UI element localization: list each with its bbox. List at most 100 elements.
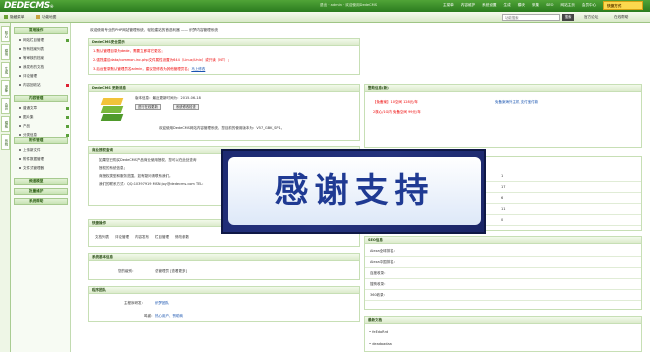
seo-row-baidu: 百度收录：: [365, 268, 641, 279]
nav-collect[interactable]: 采集: [532, 3, 539, 8]
docs-panel: 最新文档 • feEdoRrd • deadaadaa: [364, 316, 642, 352]
thanks-link[interactable]: 热心用户、赞助商: [155, 314, 183, 319]
nav-modules[interactable]: 模块: [518, 3, 525, 8]
menu-item-products[interactable]: 产品: [19, 124, 30, 129]
menu-item-channels[interactable]: 网站栏目管理: [19, 38, 44, 43]
tab-collect[interactable]: 采集: [1, 80, 10, 96]
recycle-icon: [66, 84, 69, 87]
stat-value-3: 6: [501, 196, 504, 200]
lead-link[interactable]: 织梦团队: [155, 301, 169, 306]
thanks-label: 鸣谢：: [144, 314, 155, 318]
nav-site-home[interactable]: 网站主页: [560, 3, 574, 8]
nav-main[interactable]: 主菜单: [443, 3, 454, 8]
quick-settings[interactable]: 修改参数: [175, 235, 189, 240]
quickops-row: 文档列表 评论管理 内容发布 栏目管理 修改参数: [95, 235, 189, 240]
seo-panel: SEO信息 Alexa全球排名： Alexa中国排名： 百度收录： 搜狗收录： …: [364, 236, 642, 310]
menu-section-common[interactable]: 常用操作: [14, 27, 68, 34]
system-check-button[interactable]: 系统修改检查: [173, 104, 199, 110]
menu-section-channel-model[interactable]: 频道模型: [14, 178, 68, 185]
quick-channels[interactable]: 栏目管理: [155, 235, 169, 240]
quick-menu-button[interactable]: 快捷方式: [603, 1, 643, 10]
doc-item-2[interactable]: • deadaadaa: [369, 342, 392, 346]
sidebar-menu: 常用操作 网站栏目管理 所有档案列表 等审核的档案 我发布的文档 评论管理 内容…: [11, 23, 71, 352]
tab-system[interactable]: 系统: [1, 134, 10, 150]
tab-template[interactable]: 模板: [1, 116, 10, 132]
add-icon[interactable]: [66, 107, 69, 110]
tab-modules[interactable]: 模块: [1, 44, 10, 60]
menu-item-upload[interactable]: 上传新文件: [19, 148, 41, 153]
seo-row-360: 360收录：: [365, 290, 641, 301]
quick-comments[interactable]: 评论管理: [115, 235, 129, 240]
menu-section-batch[interactable]: 批量维护: [14, 188, 68, 195]
search-button[interactable]: 搜索: [562, 14, 574, 21]
add-icon[interactable]: [66, 39, 69, 42]
menu-item-articles[interactable]: 普通文章: [19, 106, 37, 111]
menu-section-help[interactable]: 系统帮助: [14, 198, 68, 205]
menu-section-content[interactable]: 内容管理: [14, 95, 68, 102]
help-link-3[interactable]: 2核心/1G内 免备空间 99元/年: [373, 110, 421, 115]
online-update-button[interactable]: 进行在线更新: [135, 104, 161, 110]
security-title: DedeCMS安全提示: [89, 39, 359, 46]
menu-item-images[interactable]: 图片集: [19, 115, 34, 120]
menu-item-comments[interactable]: 评论管理: [19, 74, 37, 79]
modify-now-link[interactable]: 马上修改: [191, 67, 205, 71]
help-link-2[interactable]: 免备案海外主机 支付宝付款: [495, 100, 538, 105]
official-forum-link[interactable]: 官方论坛: [584, 15, 598, 20]
map-icon: [36, 15, 40, 19]
security-line-2: 2.强烈建议data/common.inc.php文件属性设置为644（Linu…: [93, 58, 232, 62]
nav-member-center[interactable]: 会员中心: [582, 3, 596, 8]
nav-settings[interactable]: 系统设置: [482, 3, 496, 8]
help-panel: 整助信息(新) 【免备案】10空间 128元/年 免备案海外主机 支付宝付款 2…: [364, 84, 642, 148]
seo-row-alexa-china: Alexa中国排名：: [365, 257, 641, 268]
stat-value-5: 0: [501, 218, 504, 222]
version-note: 欢迎使用DedeCMS网站内容管理系统，您目前的使用版本为：V57_GBK_SP…: [159, 126, 285, 130]
nav-seo[interactable]: SEO: [546, 3, 553, 8]
seo-row-alexa-global: Alexa全球排名：: [365, 246, 641, 257]
dedecms-logo[interactable]: DEDECMS®: [4, 1, 54, 11]
hide-menu-icon: [4, 15, 8, 19]
tab-member[interactable]: 会员: [1, 98, 10, 114]
security-line-3: 3.后台登录默认管理员名admin，建议您修改为其他管理员名；马上修改: [93, 67, 206, 71]
sysinfo-title: 系统基本信息: [89, 254, 359, 261]
function-map-link[interactable]: 功能地图: [42, 15, 56, 20]
quick-publish[interactable]: 内容发布: [135, 235, 149, 240]
menu-item-file-manager[interactable]: 文件式管理器: [19, 166, 44, 171]
menu-item-my-docs[interactable]: 我发布的文档: [19, 65, 44, 70]
business-line-2: 授权的系统信息；: [99, 166, 127, 170]
menu-section-attachments[interactable]: 附件管理: [14, 137, 68, 144]
menu-item-pending[interactable]: 等审核的档案: [19, 56, 44, 61]
tab-core[interactable]: 核心: [1, 26, 10, 42]
tab-generate[interactable]: 生成: [1, 62, 10, 78]
menu-item-recycle[interactable]: 内容回收站: [19, 83, 41, 88]
top-nav: 主菜单 内容维护 系统设置 生成 模块 采集 SEO 网站主页 会员中心: [443, 3, 596, 8]
security-panel: DedeCMS安全提示 1.默认管理目录为dede，需要立即将它更名； 2.强烈…: [88, 38, 360, 75]
top-header: DEDECMS® 退出 · admin · 欢迎使用DedeCMS 主菜单 内容…: [0, 0, 650, 12]
business-line-4: 我们的联系方式：QQ:10397919 MSN:joy@dedecms.com …: [99, 182, 204, 186]
business-line-1: 如果您已购买DedeCMS产品商业使用授权，您可以在此处查询: [99, 158, 197, 162]
thanks-overlay-banner: 感谢支持: [221, 149, 486, 234]
quick-doc-list[interactable]: 文档列表: [95, 235, 109, 240]
stat-value-1: 1: [501, 174, 504, 178]
docs-title: 最新文档: [365, 317, 641, 324]
add-icon[interactable]: [66, 125, 69, 128]
stat-value-2: 17: [501, 185, 506, 189]
menu-item-all-archives[interactable]: 所有档案列表: [19, 47, 44, 52]
doc-item-1[interactable]: • feEdoRrd: [369, 330, 388, 334]
team-title: 程序团队: [89, 287, 359, 294]
thanks-text: 感谢支持: [228, 157, 481, 225]
update-title: DedeCMS 更新消息: [89, 85, 359, 92]
menu-item-attach-data[interactable]: 附件数据管理: [19, 157, 44, 162]
add-icon[interactable]: [66, 116, 69, 119]
online-help-link[interactable]: 在线帮助: [614, 15, 628, 20]
nav-generate[interactable]: 生成: [504, 3, 511, 8]
welcome-text: 欢迎使用专业的PHP网站管理系统，轻松建站的首选利器 —— 织梦内容管理系统: [90, 28, 218, 32]
dedecms-box-icon: [99, 98, 125, 124]
level-label: 您的级别：: [118, 269, 136, 273]
nav-content[interactable]: 内容维护: [461, 3, 475, 8]
help-link-1[interactable]: 【免备案】10空间 128元/年: [373, 100, 418, 105]
search-input[interactable]: [502, 14, 560, 21]
business-line-3: 商授权类型和服务范围，如有疑问请联系我们。: [99, 174, 173, 178]
level-value: 总管理员 [查看更多]: [155, 269, 187, 273]
hide-menu-link[interactable]: 隐藏菜单: [10, 15, 24, 20]
version-info: 版本信息：最近更新时间为：2015-06-18: [135, 96, 201, 100]
